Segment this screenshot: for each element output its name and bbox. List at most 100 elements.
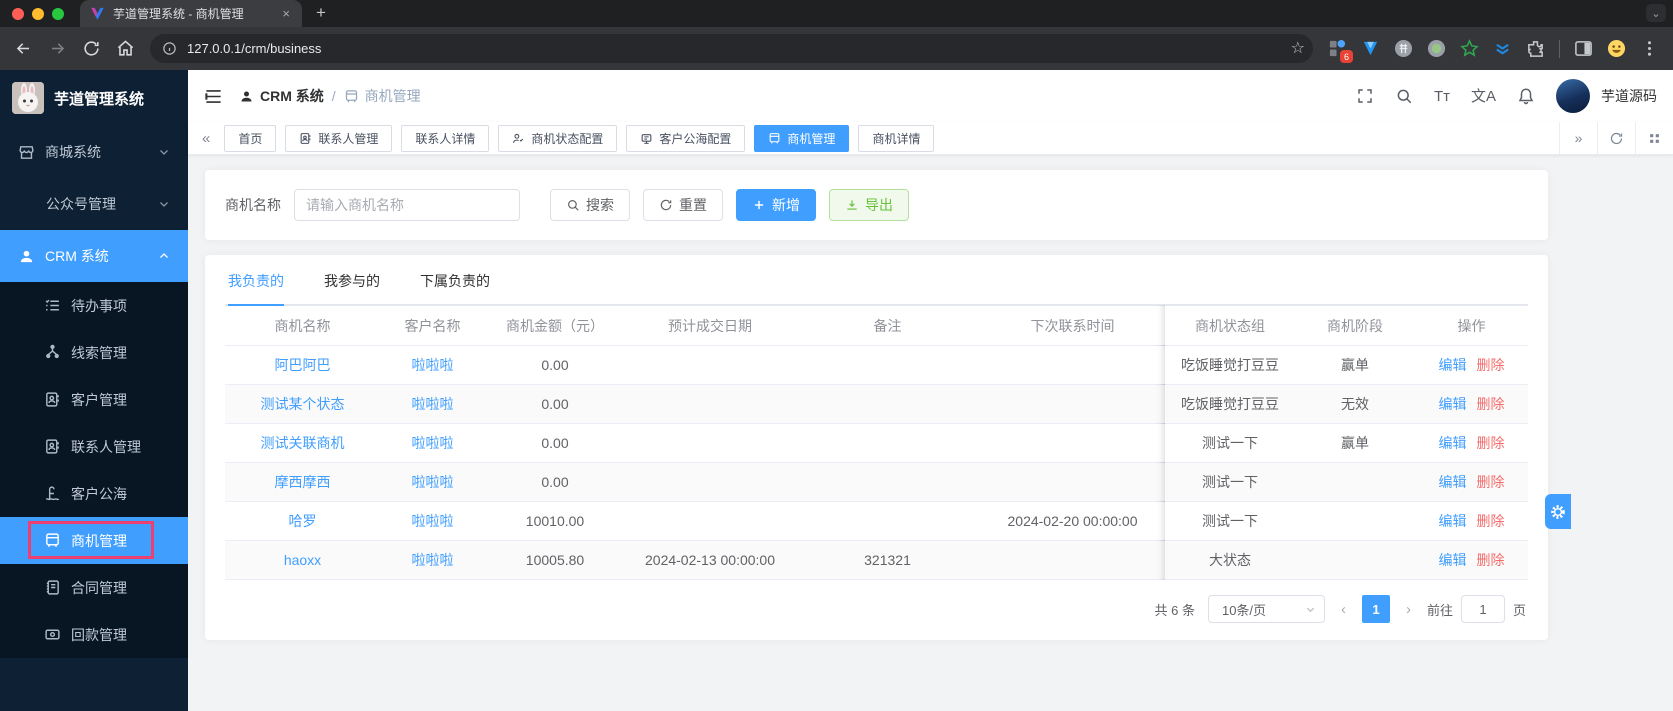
add-button[interactable]: 新增: [736, 189, 816, 221]
customer-name-link[interactable]: 啦啦啦: [412, 550, 454, 570]
sidebar-item-customers[interactable]: 客户管理: [0, 376, 188, 423]
sidebar-item-label: 联系人管理: [71, 438, 141, 455]
tags-refresh-icon[interactable]: [1597, 122, 1635, 154]
window-zoom-button[interactable]: [52, 8, 64, 20]
sidebar-item-crm-system[interactable]: CRM 系统: [0, 230, 188, 282]
site-info-icon[interactable]: [162, 41, 177, 56]
side-panel-icon[interactable]: [1574, 39, 1593, 58]
profile-avatar-icon[interactable]: [1607, 39, 1626, 58]
next-page-button[interactable]: ›: [1403, 601, 1414, 618]
edit-link[interactable]: 编辑: [1439, 472, 1467, 492]
new-tab-button[interactable]: +: [316, 3, 326, 27]
bookmark-star-icon[interactable]: ☆: [1291, 40, 1305, 57]
tag-pool-config[interactable]: 客户公海配置: [626, 124, 746, 152]
back-icon[interactable]: [14, 39, 33, 58]
tab-mine[interactable]: 我负责的: [228, 271, 284, 306]
password-extension-icon[interactable]: 6: [1328, 39, 1353, 63]
tag-business-detail[interactable]: 商机详情: [858, 124, 935, 152]
blue-chevrons-extension-icon[interactable]: [1493, 39, 1512, 58]
page-number-button[interactable]: 1: [1361, 595, 1390, 623]
page-size-select[interactable]: 10条/页: [1207, 595, 1325, 623]
sidebar-fold-icon[interactable]: [204, 87, 223, 106]
tags-scroll-right-icon[interactable]: »: [1559, 122, 1597, 154]
edit-link[interactable]: 编辑: [1439, 355, 1467, 375]
customer-name-link[interactable]: 啦啦啦: [412, 511, 454, 531]
sidebar-item-customer-pool[interactable]: 客户公海: [0, 470, 188, 517]
language-icon[interactable]: 文A: [1471, 89, 1496, 104]
url-text[interactable]: 127.0.0.1/crm/business: [187, 41, 1281, 56]
tab-search-chevron-icon[interactable]: ⌄: [1646, 4, 1666, 22]
address-bar[interactable]: 127.0.0.1/crm/business ☆: [150, 34, 1313, 63]
customer-name-link[interactable]: 啦啦啦: [412, 472, 454, 492]
bell-icon[interactable]: [1517, 87, 1535, 105]
sidebar-item-mall-system[interactable]: 商城系统: [0, 126, 188, 178]
fullscreen-icon[interactable]: [1356, 87, 1374, 105]
tag-home[interactable]: 首页: [224, 124, 277, 152]
sidebar-item-contracts[interactable]: 合同管理: [0, 564, 188, 611]
delete-link[interactable]: 删除: [1477, 472, 1505, 492]
app-logo[interactable]: 芋道管理系统: [0, 70, 188, 126]
prev-page-button[interactable]: ‹: [1338, 601, 1349, 618]
tag-contact-detail[interactable]: 联系人详情: [401, 124, 490, 152]
extensions-puzzle-icon[interactable]: [1526, 39, 1545, 58]
delete-link[interactable]: 删除: [1477, 433, 1505, 453]
sidebar-item-todo[interactable]: 待办事项: [0, 282, 188, 329]
tab-joined[interactable]: 我参与的: [324, 271, 380, 304]
sidebar-item-leads[interactable]: 线索管理: [0, 329, 188, 376]
search-button[interactable]: 搜索: [550, 189, 630, 221]
gray-extension-icon[interactable]: [1394, 39, 1413, 58]
goto-page-input[interactable]: [1460, 595, 1505, 623]
delete-link[interactable]: 删除: [1477, 511, 1505, 531]
font-size-icon[interactable]: Tт: [1434, 89, 1450, 104]
sidebar-item-contacts[interactable]: 联系人管理: [0, 423, 188, 470]
business-name-link[interactable]: 测试关联商机: [261, 433, 345, 453]
green-star-extension-icon[interactable]: [1460, 39, 1479, 58]
delete-link[interactable]: 删除: [1477, 550, 1505, 570]
customer-name-link[interactable]: 啦啦啦: [412, 355, 454, 375]
sidebar-item-payments[interactable]: 回款管理: [0, 611, 188, 658]
business-name-link[interactable]: 阿巴阿巴: [275, 355, 331, 375]
export-button[interactable]: 导出: [829, 189, 909, 221]
tag-business[interactable]: 商机管理: [754, 124, 850, 152]
edit-link[interactable]: 编辑: [1439, 394, 1467, 414]
business-name-link[interactable]: 测试某个状态: [261, 394, 345, 414]
window-close-button[interactable]: [12, 8, 24, 20]
reset-button[interactable]: 重置: [643, 189, 723, 221]
home-icon[interactable]: [116, 39, 135, 58]
business-name-input[interactable]: [294, 189, 520, 221]
bus-icon: [770, 132, 780, 143]
sidebar-item-official-account[interactable]: 公众号管理: [0, 178, 188, 230]
reload-icon[interactable]: [82, 39, 101, 58]
sidebar-item-business[interactable]: 商机管理: [0, 517, 188, 564]
edit-link[interactable]: 编辑: [1439, 550, 1467, 570]
user-avatar[interactable]: [1556, 79, 1590, 113]
tag-status-config[interactable]: 商机状态配置: [498, 124, 618, 152]
browser-menu-icon[interactable]: [1640, 39, 1659, 58]
delete-link[interactable]: 删除: [1477, 394, 1505, 414]
green-dot-extension-icon[interactable]: [1427, 39, 1446, 58]
search-icon[interactable]: [1395, 87, 1413, 105]
customer-name-link[interactable]: 啦啦啦: [412, 394, 454, 414]
vue-devtools-extension-icon[interactable]: [1361, 39, 1380, 58]
customer-name-link[interactable]: 啦啦啦: [412, 433, 454, 453]
breadcrumb-crm[interactable]: CRM 系统: [239, 86, 324, 106]
page-content: 商机名称 搜索 重置 新增: [188, 155, 1673, 711]
tag-contacts[interactable]: 联系人管理: [285, 124, 393, 152]
tab-subordinate[interactable]: 下属负责的: [420, 271, 490, 304]
tags-menu-grid-icon[interactable]: [1635, 122, 1673, 154]
business-name-link[interactable]: 摩西摩西: [275, 472, 331, 492]
tags-scroll-left-icon[interactable]: «: [196, 130, 216, 147]
theme-settings-button[interactable]: [1545, 494, 1571, 529]
window-minimize-button[interactable]: [32, 8, 44, 20]
sidebar-item-label: CRM 系统: [45, 248, 109, 264]
forward-icon[interactable]: [48, 39, 67, 58]
business-name-link[interactable]: haoxx: [284, 552, 321, 568]
browser-tab[interactable]: 芋道管理系统 - 商机管理 ×: [80, 0, 302, 27]
delete-link[interactable]: 删除: [1477, 355, 1505, 375]
edit-link[interactable]: 编辑: [1439, 433, 1467, 453]
search-icon: [568, 200, 579, 211]
tab-close-icon[interactable]: ×: [280, 6, 292, 21]
edit-link[interactable]: 编辑: [1439, 511, 1467, 531]
business-name-link[interactable]: 哈罗: [289, 511, 317, 531]
username[interactable]: 芋道源码: [1601, 86, 1657, 106]
